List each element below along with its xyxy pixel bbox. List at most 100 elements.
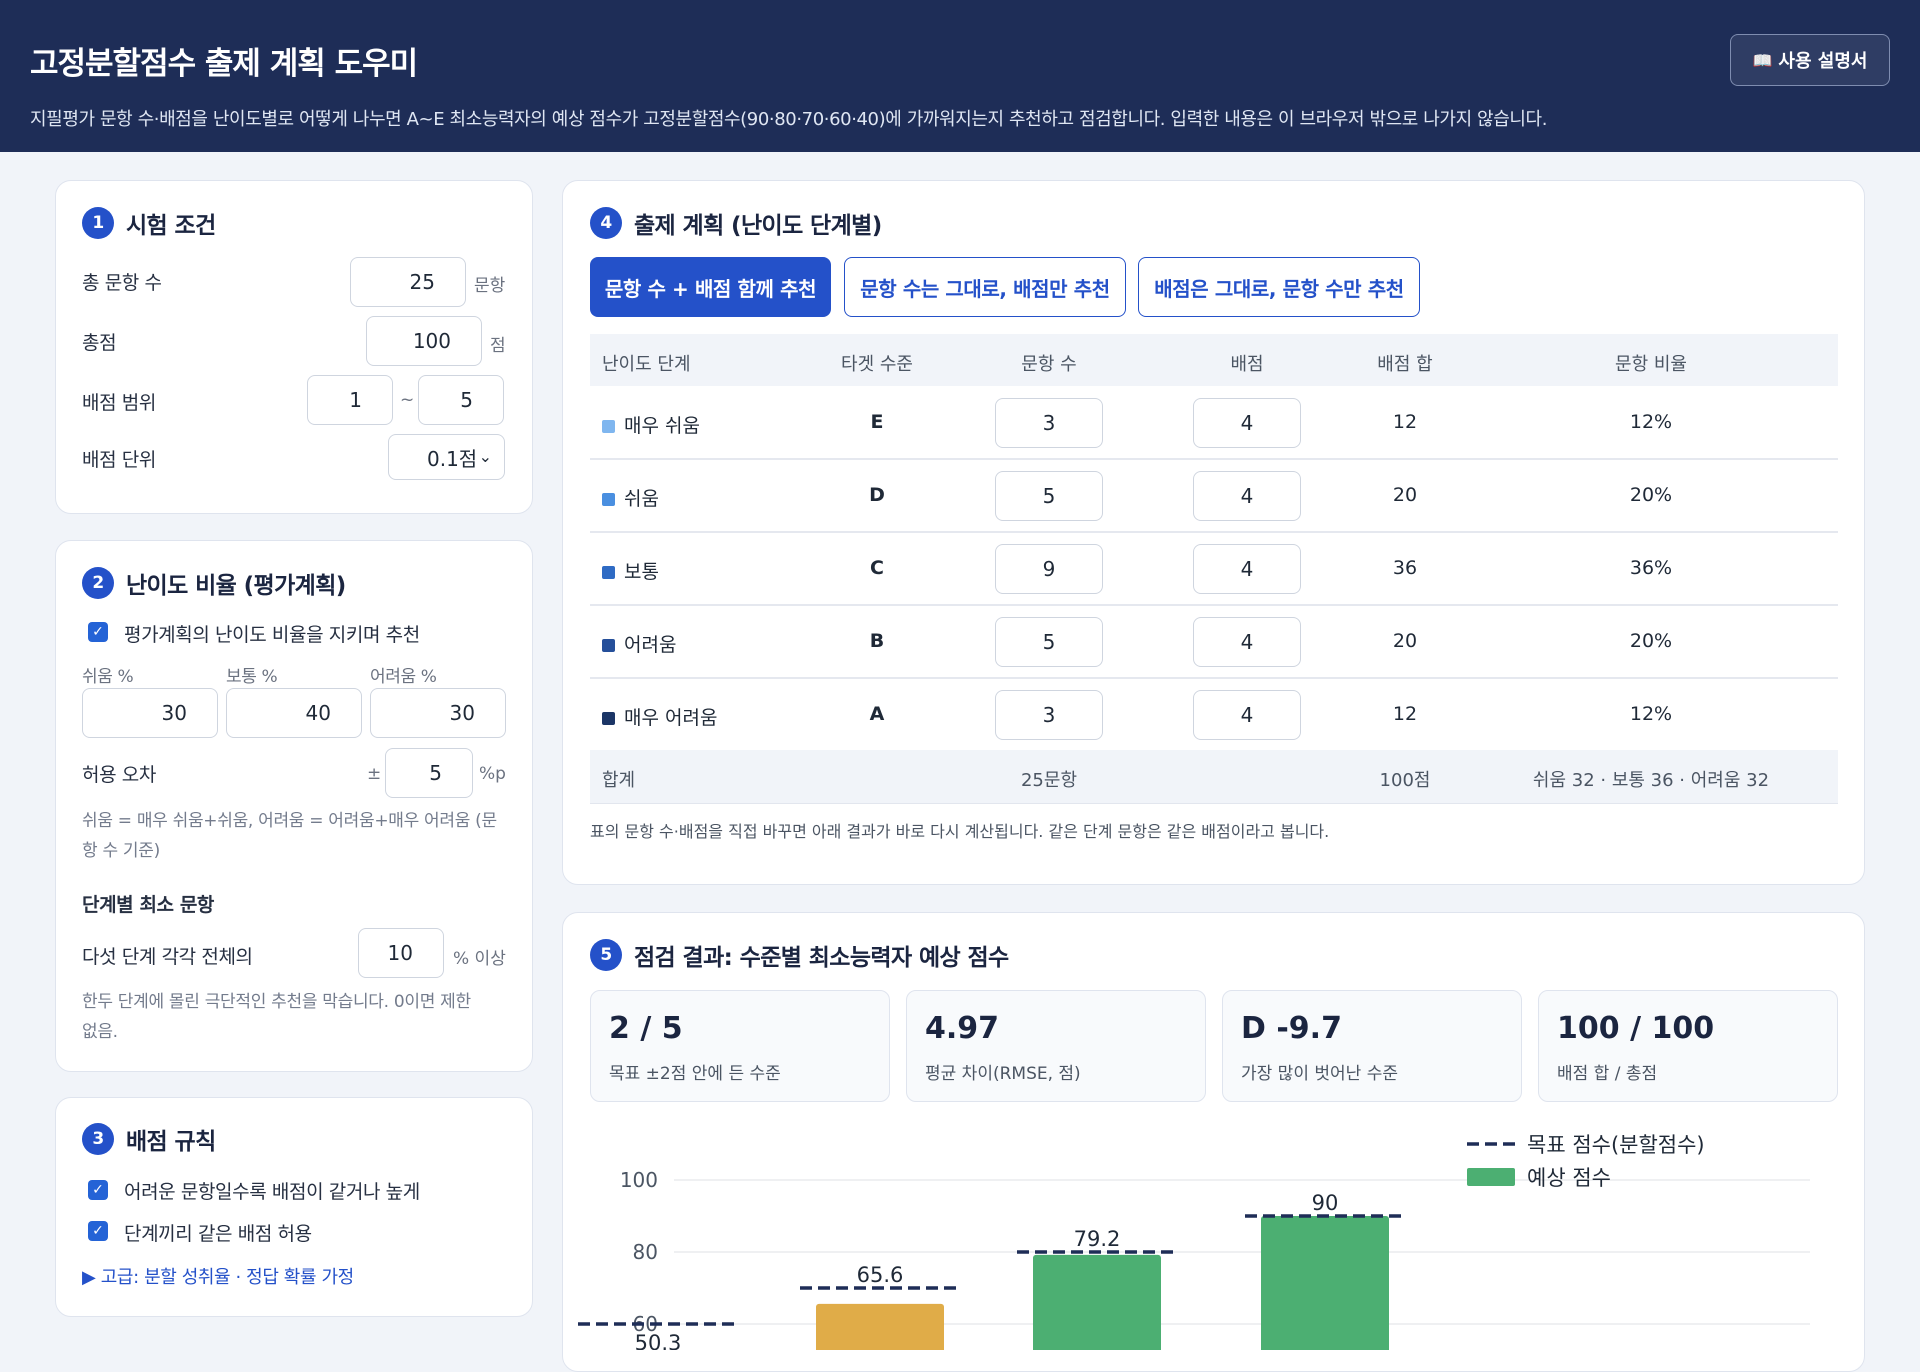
easy-percent-input[interactable]: 30	[82, 688, 218, 738]
rule-harder-higher-label: 어려운 문항일수록 배점이 같거나 높게	[124, 1181, 420, 1203]
rule-same-score-label: 단계끼리 같은 배점 허용	[124, 1223, 312, 1245]
min-items-input[interactable]: 10	[358, 928, 444, 978]
stat-card-max-deviation: D -9.7 가장 많이 벗어난 수준	[1222, 990, 1522, 1102]
score-step-label: 배점 단위	[82, 449, 156, 471]
item-ratio-cell: 12%	[1629, 702, 1673, 725]
score-step-select[interactable]: 0.1점 ⌄	[388, 434, 505, 480]
app-header: 고정분할점수 출제 계획 도우미 지필평가 문항 수·배점을 난이도별로 어떻게…	[0, 0, 1920, 152]
item-ratio-cell: 20%	[1629, 483, 1673, 506]
score-range-min-input[interactable]: 1	[307, 375, 393, 425]
item-ratio-cell: 36%	[1629, 556, 1673, 579]
stat-label: 평균 차이(RMSE, 점)	[925, 1064, 1081, 1084]
chevron-down-icon: ⌄	[478, 447, 492, 466]
column-header: 문항 수	[1021, 354, 1077, 375]
expected-score-chart: 100806050.365.679.290목표 점수(분할점수)예상 점수	[578, 1133, 1810, 1350]
tolerance-plusminus: ±	[367, 764, 382, 784]
manual-button-label: 사용 설명서	[1778, 51, 1868, 72]
target-cell: A	[869, 702, 885, 725]
tab-recommend-both[interactable]: 문항 수 + 배점 함께 추천	[590, 257, 831, 317]
exam-conditions-title: 1 시험 조건	[82, 206, 216, 240]
level-cell: 매우 쉬움	[602, 411, 700, 438]
note-line: 항 수 기준)	[82, 841, 160, 861]
stat-value: 2 / 5	[609, 1011, 683, 1046]
stat-card-rmse: 4.97 평균 차이(RMSE, 점)	[906, 990, 1206, 1102]
tolerance-unit: %p	[479, 764, 506, 784]
predicted-score-bar	[1033, 1254, 1161, 1350]
result-title: 5 점검 결과: 수준별 최소능력자 예상 점수	[590, 938, 1009, 972]
score-sum-cell: 20	[1392, 483, 1418, 506]
column-header: 난이도 단계	[602, 354, 691, 375]
score-sum-cell: 12	[1392, 410, 1418, 433]
y-tick-label: 100	[620, 1168, 658, 1192]
item-score-input[interactable]: 4	[1193, 470, 1301, 521]
rule-harder-higher-checkbox[interactable]: ✓	[88, 1180, 108, 1200]
keep-ratio-label: 평가계획의 난이도 비율을 지키며 추천	[124, 624, 420, 646]
item-score-input[interactable]: 4	[1193, 543, 1301, 594]
total-sum: 100점	[1379, 770, 1431, 791]
legend-target-label: 목표 점수(분할점수)	[1527, 1133, 1705, 1157]
step-number-badge: 4	[590, 207, 622, 239]
item-count-input[interactable]: 3	[995, 397, 1103, 448]
section-title: 배점 규칙	[126, 1129, 216, 1155]
value-label: 65.6	[857, 1263, 904, 1287]
predicted-score-bar	[1261, 1216, 1389, 1350]
item-count-input[interactable]: 5	[995, 616, 1103, 667]
book-icon: 📖	[1752, 50, 1773, 70]
column-header: 문항 비율	[1615, 354, 1687, 375]
item-count-input[interactable]: 5	[995, 470, 1103, 521]
mid-percent-input[interactable]: 40	[226, 688, 362, 738]
level-cell: 어려움	[602, 630, 676, 657]
value-label: 90	[1312, 1191, 1339, 1215]
score-step-value: 0.1점	[427, 446, 478, 471]
tolerance-input[interactable]: 5	[385, 748, 473, 798]
min-items-label: 다섯 단계 각각 전체의	[82, 946, 253, 968]
target-cell: D	[869, 483, 885, 506]
advanced-settings-toggle[interactable]: ▶ 고급: 분할 성취율 · 정답 확률 가정	[82, 1263, 354, 1289]
score-range-max-input[interactable]: 5	[418, 375, 504, 425]
level-swatch	[602, 492, 615, 506]
manual-button[interactable]: 📖 사용 설명서	[1730, 34, 1890, 86]
level-cell: 보통	[602, 557, 659, 584]
legend-predicted-label: 예상 점수	[1527, 1166, 1611, 1190]
item-score-input[interactable]: 4	[1193, 397, 1301, 448]
section-title: 점검 결과: 수준별 최소능력자 예상 점수	[634, 945, 1009, 971]
item-score-input[interactable]: 4	[1193, 689, 1301, 740]
keep-ratio-checkbox[interactable]: ✓	[88, 622, 108, 642]
rule-same-score-checkbox[interactable]: ✓	[88, 1221, 108, 1241]
total-label: 합계	[602, 770, 636, 791]
target-cell: C	[870, 556, 884, 579]
target-cell: E	[870, 410, 884, 433]
easy-percent-label: 쉬움 %	[82, 667, 134, 687]
item-count-input[interactable]: 3	[995, 689, 1103, 740]
level-swatch	[602, 638, 615, 652]
level-label: 쉬움	[624, 487, 659, 510]
tab-recommend-count-only[interactable]: 배점은 그대로, 문항 수만 추천	[1138, 257, 1420, 317]
min-items-title: 단계별 최소 문항	[82, 894, 214, 916]
level-swatch	[602, 565, 615, 579]
note-line: 없음.	[82, 1022, 118, 1042]
step-number-badge: 5	[590, 939, 622, 971]
total-score-unit: 점	[490, 336, 506, 356]
difficulty-ratio-title: 2 난이도 비율 (평가계획)	[82, 566, 346, 600]
item-count-input[interactable]: 9	[995, 543, 1103, 594]
item-score-input[interactable]: 4	[1193, 616, 1301, 667]
section-title: 출제 계획 (난이도 단계별)	[634, 213, 882, 239]
row-divider	[590, 458, 1838, 460]
total-ratio: 쉬움 32 · 보통 36 · 어려움 32	[1532, 770, 1770, 791]
y-tick-label: 80	[633, 1240, 658, 1264]
page-subtitle: 지필평가 문항 수·배점을 난이도별로 어떻게 나누면 A~E 최소능력자의 예…	[30, 109, 1548, 130]
item-ratio-cell: 12%	[1629, 410, 1673, 433]
hard-percent-input[interactable]: 30	[370, 688, 506, 738]
legend-predicted-swatch	[1467, 1168, 1515, 1186]
score-sum-cell: 12	[1392, 702, 1418, 725]
note-line: 한두 단계에 몰린 극단적인 추천을 막습니다. 0이면 제한	[82, 992, 471, 1012]
tolerance-label: 허용 오차	[82, 764, 156, 786]
column-header: 배점 합	[1377, 354, 1433, 375]
score-range-separator: ~	[400, 390, 415, 410]
stat-label: 가장 많이 벗어난 수준	[1241, 1064, 1398, 1084]
total-items-input[interactable]: 25	[350, 257, 466, 307]
total-score-input[interactable]: 100	[366, 316, 482, 366]
total-score-label: 총점	[82, 332, 117, 354]
tab-recommend-score-only[interactable]: 문항 수는 그대로, 배점만 추천	[844, 257, 1126, 317]
min-items-note: 한두 단계에 몰린 극단적인 추천을 막습니다. 0이면 제한 없음.	[82, 987, 512, 1047]
